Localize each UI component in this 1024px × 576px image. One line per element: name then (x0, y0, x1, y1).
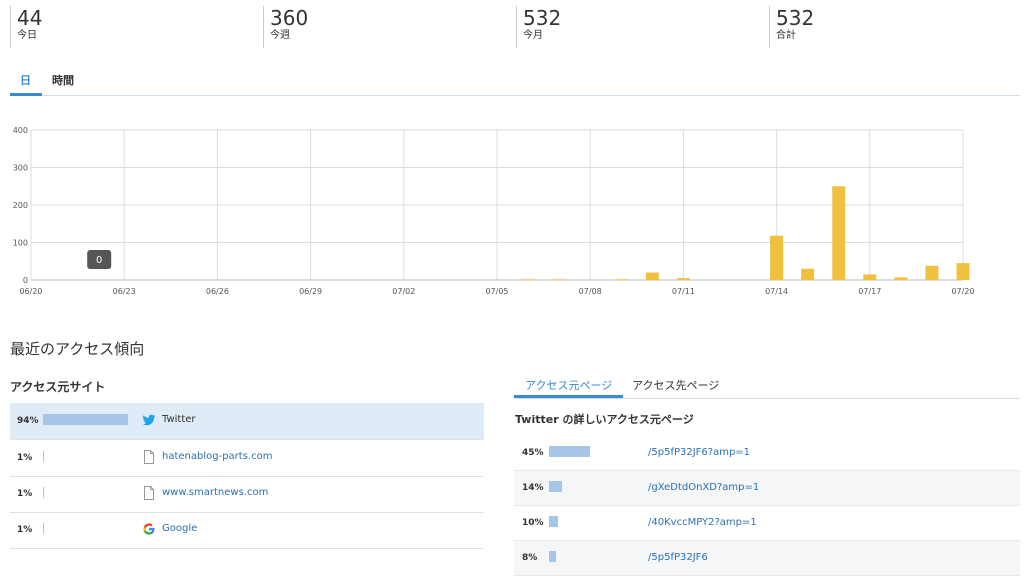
tab-hour[interactable]: 時間 (52, 72, 74, 88)
daily-access-chart: 0 100 200 300 400 06/20 06/23 06/26 06/29 07/02 07… (13, 126, 975, 296)
stat-label: 今週 (270, 30, 290, 41)
source-pct: 1% (17, 525, 33, 535)
detail-row: 14% /gXeDtdOnXD?amp=1 (514, 471, 1020, 506)
detail-link[interactable]: /5p5fP32JF6?amp=1 (648, 447, 750, 458)
twitter-icon (142, 414, 156, 426)
y-tick-label: 0 (23, 276, 28, 285)
section-title: 最近のアクセス傾向 (10, 340, 145, 358)
chart-bar (925, 265, 939, 280)
active-tab-indicator (10, 93, 42, 96)
detail-link[interactable]: /gXeDtdOnXD?amp=1 (648, 482, 759, 493)
source-label: Twitter (162, 414, 196, 425)
tab-day[interactable]: 日 (20, 72, 31, 88)
x-tick-label: 07/08 (579, 287, 602, 296)
y-tick-label: 300 (13, 164, 28, 173)
detail-link[interactable]: /40KvccMPY2?amp=1 (648, 517, 757, 528)
detail-title: Twitter の詳しいアクセス元ページ (515, 413, 694, 426)
chart-bar (770, 235, 784, 280)
source-row-hatenablog-parts[interactable]: 1% hatenablog-parts.com (10, 440, 484, 477)
sources-title: アクセス元サイト (10, 380, 106, 394)
detail-row: 45% /5p5fP32JF6?amp=1 (514, 436, 1020, 471)
stat-today: 44 今日 (10, 6, 42, 48)
stat-value: 360 (270, 6, 309, 30)
source-pct: 1% (17, 453, 33, 463)
x-tick-label: 06/20 (19, 287, 42, 296)
x-tick-label: 07/20 (951, 287, 974, 296)
stat-label: 合計 (776, 30, 796, 41)
chart-bar (956, 263, 970, 280)
tab-referrer-pages[interactable]: アクセス元ページ (525, 377, 612, 393)
chart-bar (614, 279, 628, 281)
y-tick-label: 200 (13, 201, 28, 210)
chart-bar (552, 279, 566, 281)
detail-row: 10% /40KvccMPY2?amp=1 (514, 506, 1020, 541)
detail-link[interactable]: /5p5fP32JF6 (648, 552, 708, 563)
x-tick-label: 06/26 (206, 287, 229, 296)
google-icon (143, 523, 155, 535)
detail-bar (549, 446, 590, 457)
source-label[interactable]: www.smartnews.com (162, 487, 268, 498)
chart-tooltip-value: 0 (96, 255, 102, 266)
stat-label: 今日 (17, 30, 37, 41)
source-bar (43, 451, 44, 462)
source-label[interactable]: Google (162, 523, 197, 534)
detail-bar (549, 481, 562, 492)
y-tick-label: 100 (13, 239, 28, 248)
detail-bar (549, 551, 556, 562)
source-label[interactable]: hatenablog-parts.com (162, 451, 272, 462)
chart-bar (801, 268, 815, 280)
source-bar (43, 414, 128, 425)
chart-bar (863, 274, 877, 280)
detail-row: 8% /5p5fP32JF6 (514, 541, 1020, 576)
source-bar (43, 523, 44, 534)
chart-bar (894, 277, 908, 280)
detail-pct: 10% (522, 518, 544, 528)
detail-pct: 14% (522, 483, 544, 493)
period-tabs: 日 時間 (10, 66, 1020, 96)
x-tick-label: 06/29 (299, 287, 322, 296)
chart-bar (645, 272, 659, 280)
detail-pct: 8% (522, 553, 538, 563)
chart-bar (521, 279, 535, 281)
stat-total: 532 合計 (769, 6, 814, 48)
active-tab-indicator (514, 395, 623, 398)
page-tabs: アクセス元ページ アクセス先ページ (514, 370, 1020, 399)
stat-month: 532 今月 (516, 6, 561, 48)
stat-value: 44 (17, 6, 43, 30)
chart-bar (676, 278, 690, 280)
x-tick-label: 07/17 (858, 287, 881, 296)
detail-pct: 45% (522, 448, 544, 458)
stat-week: 360 今週 (263, 6, 308, 48)
y-tick-label: 400 (13, 126, 28, 135)
x-tick-label: 06/23 (113, 287, 136, 296)
source-row-google[interactable]: 1% Google (10, 512, 484, 549)
source-pct: 94% (17, 416, 39, 426)
tab-landing-pages[interactable]: アクセス先ページ (632, 377, 719, 393)
stat-label: 今月 (523, 30, 543, 41)
source-pct: 1% (17, 489, 33, 499)
x-tick-label: 07/11 (672, 287, 695, 296)
stat-value: 532 (776, 6, 815, 30)
x-tick-label: 07/05 (485, 287, 508, 296)
document-icon (144, 450, 154, 464)
detail-bar (549, 516, 558, 527)
document-icon (144, 486, 154, 500)
x-tick-label: 07/02 (392, 287, 415, 296)
summary-stats: 44 今日 360 今週 532 今月 532 合計 (0, 0, 1024, 52)
source-row-smartnews[interactable]: 1% www.smartnews.com (10, 476, 484, 513)
source-row-twitter[interactable]: 94% Twitter (10, 403, 484, 440)
source-bar (43, 487, 44, 498)
stat-value: 532 (523, 6, 562, 30)
chart-bar (832, 186, 846, 280)
x-tick-label: 07/14 (765, 287, 788, 296)
